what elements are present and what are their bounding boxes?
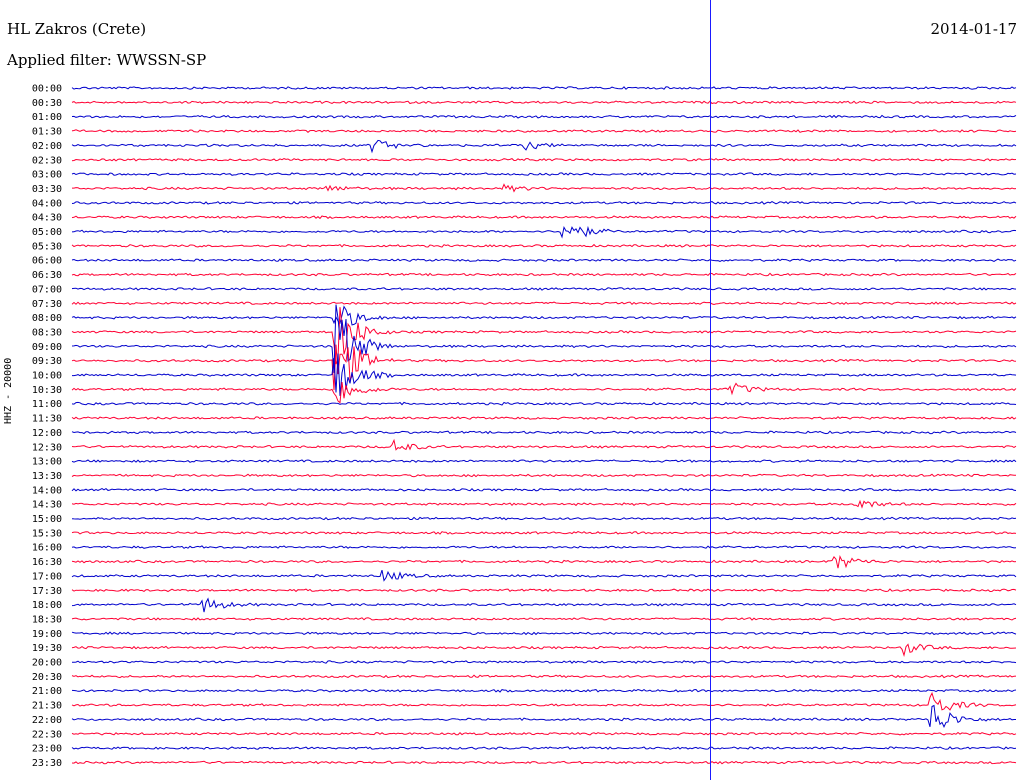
trace-line-0030 — [71, 100, 1017, 105]
row-time-label: 15:00 — [32, 514, 62, 525]
trace-line-1500 — [71, 516, 1017, 521]
row-time-label: 02:30 — [32, 155, 62, 166]
row-time-label: 14:00 — [32, 485, 62, 496]
time-cursor-line[interactable] — [710, 0, 711, 780]
row-time-label: 05:30 — [32, 241, 62, 252]
trace-line-2030 — [71, 674, 1017, 679]
trace-line-1800 — [71, 597, 1017, 613]
trace-line-1930 — [71, 643, 1017, 658]
row-time-label: 19:30 — [32, 643, 62, 654]
row-time-label: 22:30 — [32, 729, 62, 740]
trace-line-1530 — [71, 531, 1017, 535]
row-time-label: 00:00 — [32, 84, 62, 95]
trace-line-2330 — [71, 760, 1017, 765]
row-time-label: 11:30 — [32, 414, 62, 425]
row-time-label: 18:00 — [32, 600, 62, 611]
row-time-label: 16:00 — [32, 543, 62, 554]
trace-line-2230 — [71, 731, 1017, 736]
trace-line-0300 — [71, 172, 1017, 176]
row-time-label: 13:30 — [32, 471, 62, 482]
trace-line-1630 — [71, 554, 1017, 569]
trace-line-1230 — [71, 438, 1017, 451]
trace-line-0430 — [71, 215, 1017, 220]
row-time-label: 10:00 — [32, 371, 62, 382]
row-time-label: 04:00 — [32, 198, 62, 209]
row-time-label: 03:30 — [32, 184, 62, 195]
trace-line-1330 — [71, 473, 1017, 478]
row-time-label: 01:30 — [32, 127, 62, 138]
row-time-label: 17:30 — [32, 586, 62, 597]
trace-line-0530 — [71, 243, 1017, 248]
trace-line-0130 — [71, 129, 1017, 133]
row-time-label: 14:30 — [32, 500, 62, 511]
row-time-label: 20:30 — [32, 672, 62, 683]
trace-line-0400 — [71, 201, 1017, 205]
trace-line-0330 — [72, 183, 1017, 193]
trace-line-0230 — [71, 157, 1017, 162]
row-time-label: 11:00 — [32, 399, 62, 410]
y-axis-label: HHZ - 20000 — [3, 357, 14, 424]
trace-line-0600 — [71, 258, 1017, 262]
row-time-label: 02:00 — [32, 141, 62, 152]
trace-line-1130 — [71, 416, 1017, 420]
trace-line-0830 — [71, 307, 1017, 365]
trace-line-2130 — [71, 691, 1017, 711]
trace-line-0800 — [71, 305, 1017, 326]
row-time-label: 09:30 — [32, 356, 62, 367]
trace-line-0200 — [71, 139, 1017, 154]
row-time-label: 07:00 — [32, 284, 62, 295]
trace-line-0100 — [71, 114, 1017, 119]
row-time-label: 08:00 — [32, 313, 62, 324]
row-time-label: 12:00 — [32, 428, 62, 439]
trace-line-0700 — [71, 287, 1017, 291]
row-time-label: 01:00 — [32, 112, 62, 123]
trace-line-0930 — [71, 344, 1017, 391]
trace-line-1900 — [71, 631, 1017, 636]
row-time-label: 20:00 — [32, 658, 62, 669]
trace-line-2000 — [72, 660, 1017, 664]
trace-line-0730 — [71, 301, 1017, 306]
row-time-label: 03:00 — [32, 170, 62, 181]
seismogram-plot: 00:00 00:30 01:00 01:30 02:00 02:30 03:00 03:30… — [32, 84, 1017, 769]
trace-line-1830 — [71, 617, 1017, 621]
trace-line-1430 — [71, 499, 1017, 509]
row-time-label: 15:30 — [32, 528, 62, 539]
trace-line-1400 — [71, 487, 1017, 492]
trace-line-0000 — [71, 86, 1017, 90]
trace-line-0500 — [71, 225, 1017, 239]
trace-line-1700 — [71, 569, 1017, 582]
trace-line-1300 — [71, 459, 1017, 463]
row-time-label: 07:30 — [32, 299, 62, 310]
row-time-label: 00:30 — [32, 98, 62, 109]
row-time-label: 23:30 — [32, 758, 62, 769]
trace-line-1200 — [71, 430, 1017, 435]
trace-line-0630 — [71, 272, 1017, 277]
row-time-label: 06:30 — [32, 270, 62, 281]
row-time-label: 08:30 — [32, 327, 62, 338]
trace-line-1100 — [71, 401, 1017, 406]
trace-line-1730 — [71, 588, 1017, 593]
row-time-label: 05:00 — [32, 227, 62, 238]
row-time-label: 09:00 — [32, 342, 62, 353]
row-time-label: 21:00 — [32, 686, 62, 697]
row-time-label: 17:00 — [32, 571, 62, 582]
row-time-label: 12:30 — [32, 442, 62, 453]
row-time-label: 16:30 — [32, 557, 62, 568]
row-time-label: 10:30 — [32, 385, 62, 396]
trace-line-2100 — [71, 688, 1017, 693]
trace-line-1600 — [71, 545, 1017, 549]
row-time-label: 23:00 — [32, 744, 62, 755]
row-time-label: 21:30 — [32, 701, 62, 712]
trace-line-0900 — [71, 304, 1017, 373]
row-time-label: 22:00 — [32, 715, 62, 726]
row-time-label: 13:00 — [32, 457, 62, 468]
row-time-label: 06:00 — [32, 256, 62, 267]
row-time-label: 18:30 — [32, 614, 62, 625]
row-time-label: 04:30 — [32, 213, 62, 224]
row-time-label: 19:00 — [32, 629, 62, 640]
trace-line-1030 — [71, 381, 1017, 404]
trace-line-2200 — [71, 704, 1016, 729]
trace-line-2300 — [71, 746, 1017, 750]
